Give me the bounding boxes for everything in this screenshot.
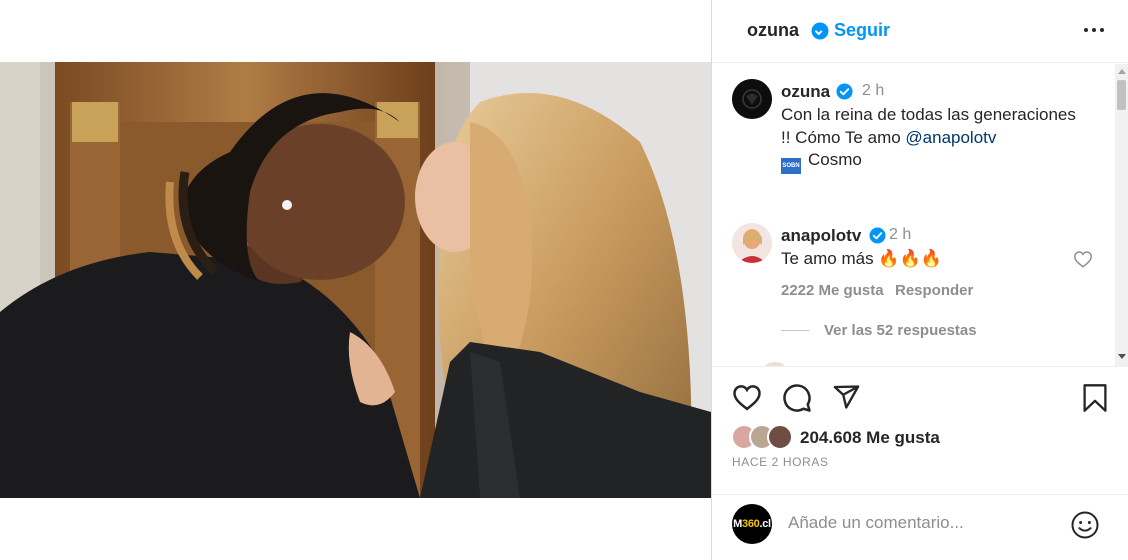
share-icon[interactable]	[832, 383, 861, 416]
avatar[interactable]	[732, 79, 772, 119]
follow-button[interactable]: Seguir	[834, 20, 890, 41]
caption-time: 2 h	[862, 82, 885, 99]
reply-button[interactable]: Responder	[895, 282, 973, 299]
verified-badge-icon	[869, 227, 886, 249]
bookmark-icon[interactable]	[1082, 383, 1108, 418]
view-replies-button[interactable]: Ver las 52 respuestas	[824, 322, 977, 339]
comment-likes[interactable]: 2222 Me gusta	[781, 282, 884, 299]
post-side-panel: ozuna • Seguir ozuna 2 h Con la reina de…	[711, 0, 1128, 560]
caption-line-1: Con la reina de todas las generaciones	[781, 105, 1076, 124]
caption-username[interactable]: ozuna	[781, 82, 830, 102]
caption-line-2: !! Cómo Te amo @anapolotv	[781, 127, 1101, 150]
avatar[interactable]	[767, 424, 793, 450]
comments-list[interactable]: ozuna 2 h Con la reina de todas las gene…	[712, 64, 1116, 366]
caption-line-2-text: !! Cómo Te amo	[781, 127, 906, 147]
comment-time: 2 h	[889, 226, 912, 243]
more-options-icon[interactable]	[1084, 28, 1104, 32]
heart-icon[interactable]	[732, 383, 762, 416]
post-actions: 204.608 Me gusta HACE 2 HORAS	[712, 366, 1128, 494]
caption-location: SOBN Cosmo	[781, 149, 862, 174]
comment-input[interactable]	[788, 513, 1048, 533]
verified-badge-icon	[836, 83, 853, 105]
emoji-icon[interactable]	[1070, 510, 1100, 545]
comments-scrollbar[interactable]	[1115, 64, 1128, 366]
scroll-down-arrow-icon[interactable]	[1118, 354, 1126, 359]
caption-location-text: Cosmo	[808, 150, 862, 169]
instagram-post-view: ozuna • Seguir ozuna 2 h Con la reina de…	[0, 0, 1128, 560]
comment-username[interactable]: anapolotv	[781, 226, 861, 246]
comment-like-icon[interactable]	[1073, 250, 1093, 273]
add-comment-bar: M360.cl	[712, 494, 1128, 560]
scroll-thumb[interactable]	[1117, 80, 1126, 110]
header-separator: •	[820, 19, 827, 39]
caption-mention-link[interactable]: @anapolotv	[905, 128, 996, 147]
media-column	[0, 0, 711, 560]
caption-text: Con la reina de todas las generaciones !…	[781, 104, 1101, 174]
avatar[interactable]	[732, 223, 772, 263]
replies-divider	[781, 330, 809, 331]
sobn-location-badge-icon: SOBN	[781, 158, 801, 174]
comment-text: Te amo más 🔥🔥🔥	[781, 249, 942, 268]
post-timestamp[interactable]: HACE 2 HORAS	[732, 455, 829, 469]
avatar[interactable]: M360.cl	[732, 504, 772, 544]
scroll-up-arrow-icon[interactable]	[1118, 69, 1126, 74]
post-photo[interactable]	[0, 62, 711, 498]
comment-icon[interactable]	[782, 383, 812, 418]
header-username[interactable]: ozuna	[747, 20, 799, 41]
avatar-logo-text: M360.cl	[733, 518, 771, 530]
post-header: ozuna • Seguir	[712, 0, 1128, 63]
likes-count[interactable]: 204.608 Me gusta	[800, 428, 940, 448]
